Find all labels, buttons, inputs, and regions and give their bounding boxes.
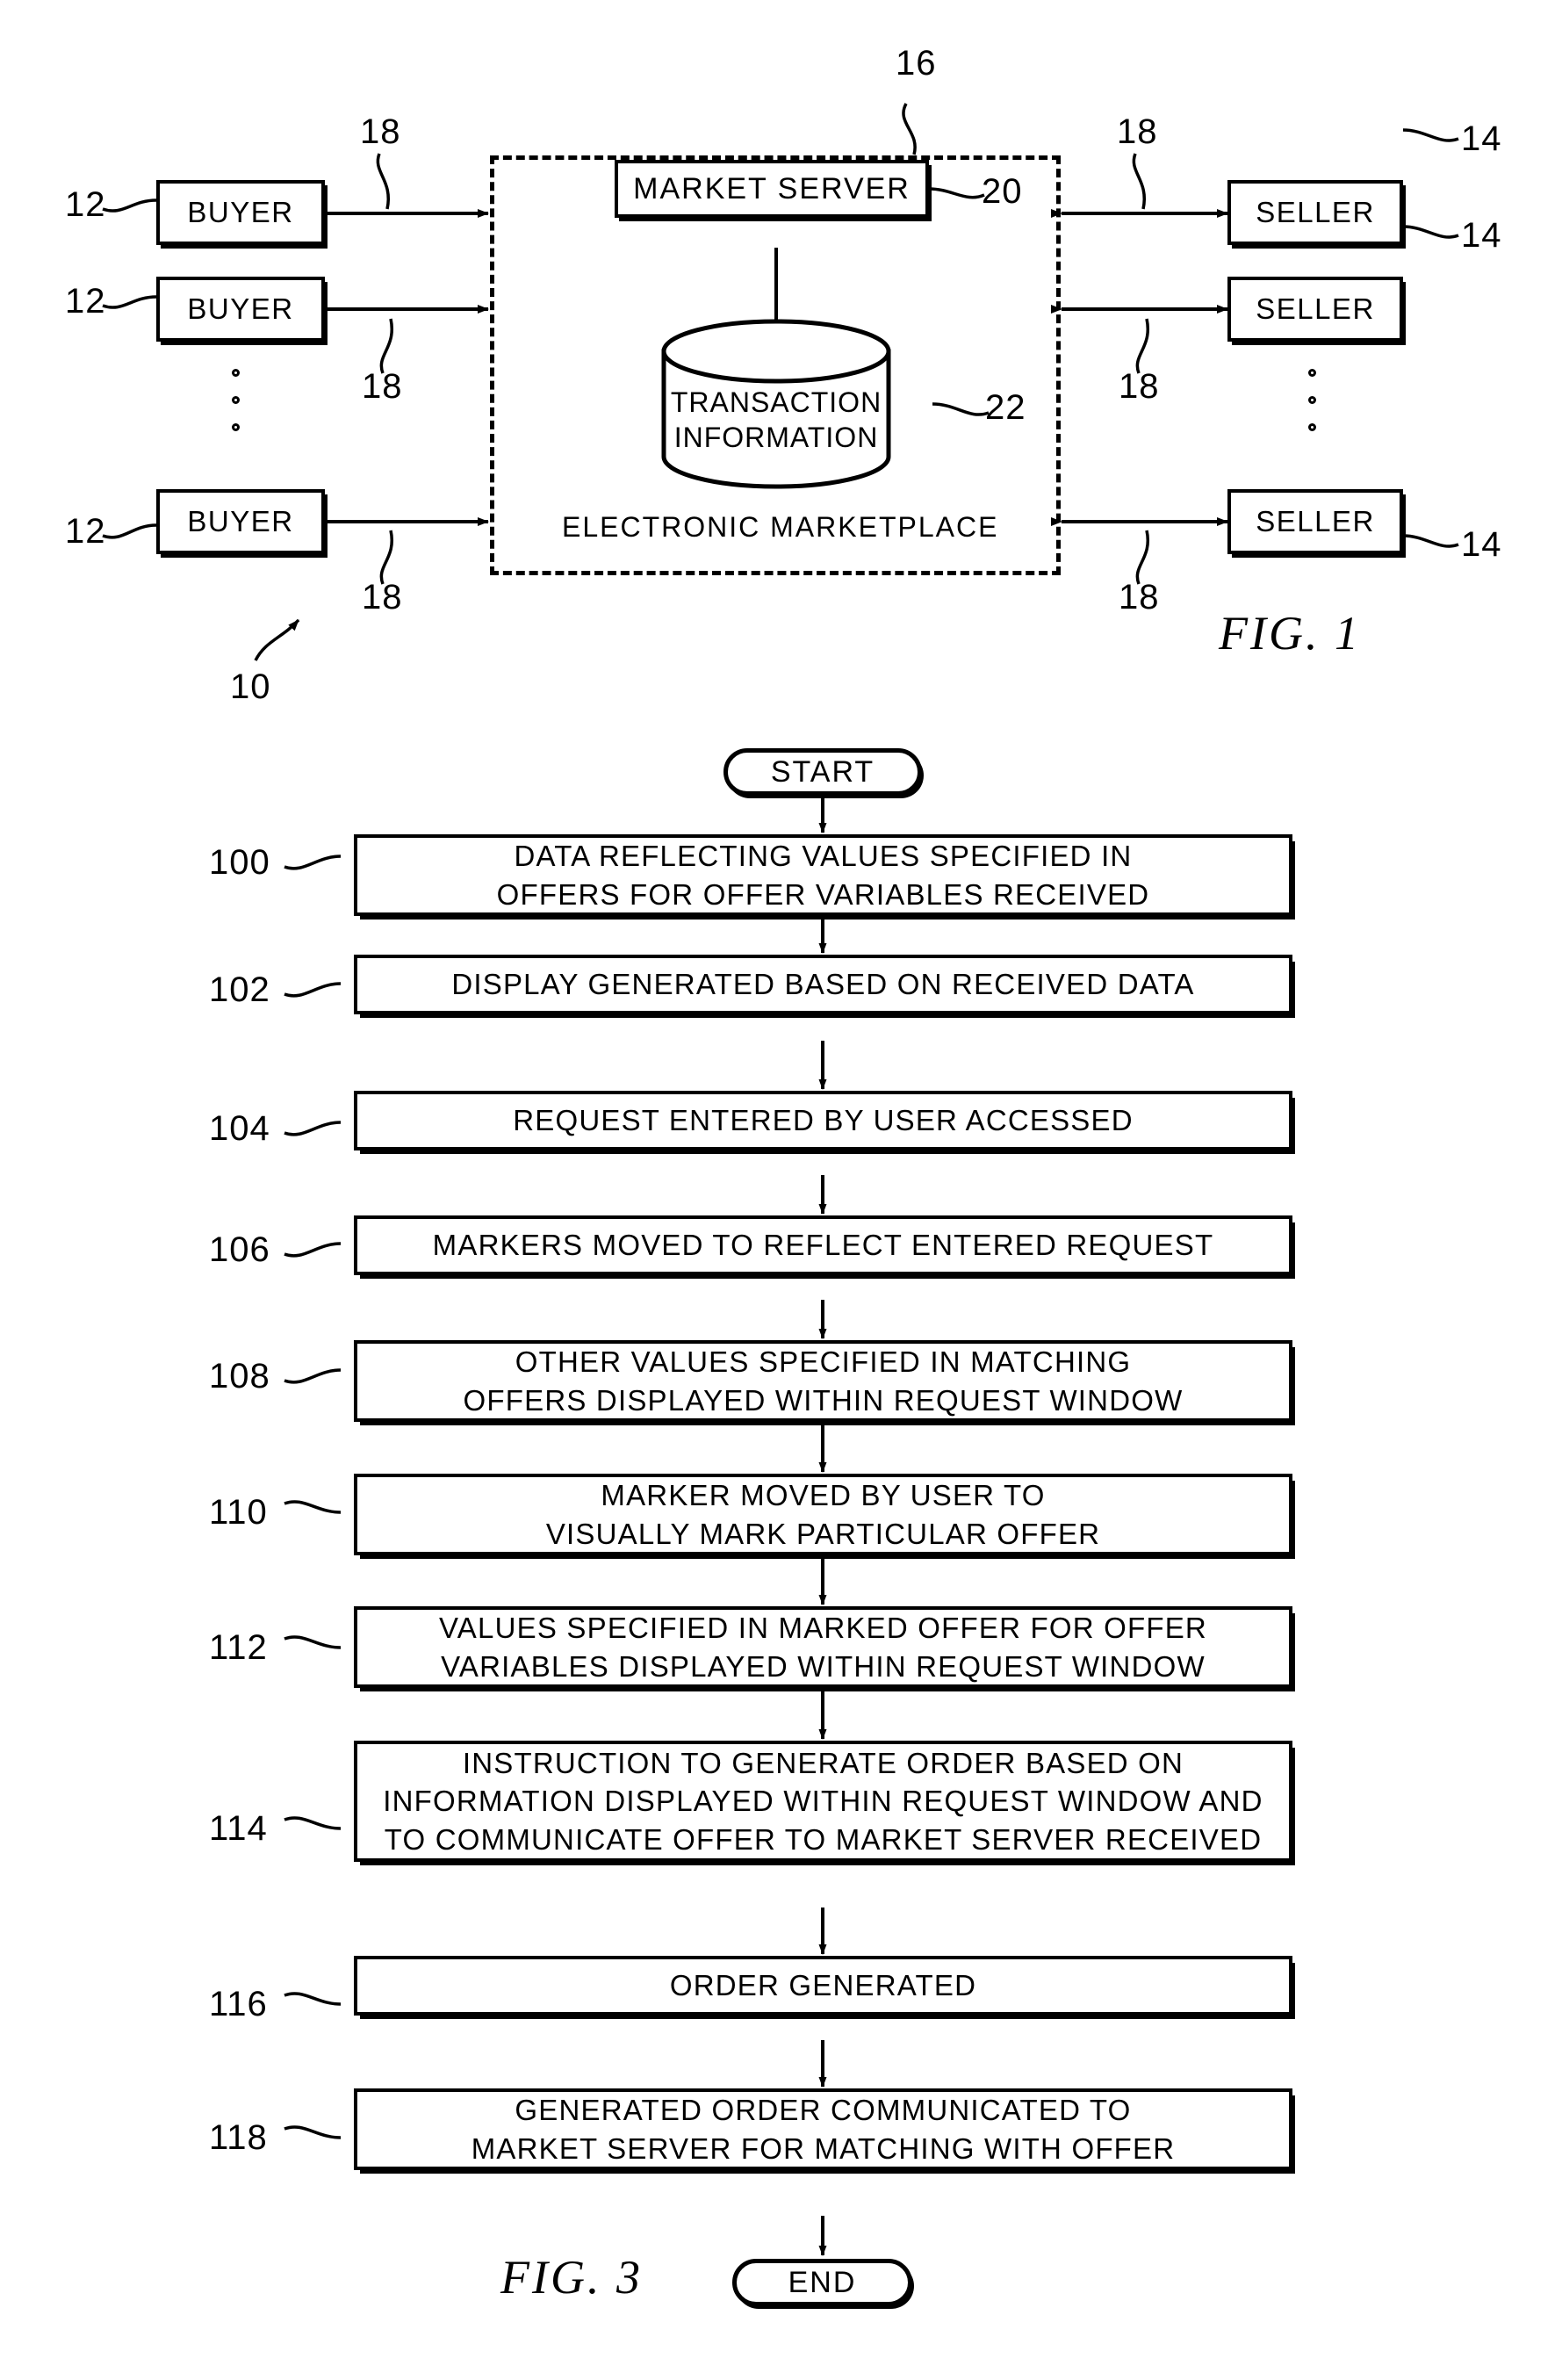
seller-box-2: SELLER (1227, 277, 1403, 342)
db-line-2: INFORMATION (673, 422, 879, 453)
patent-drawing-sheet: ELECTRONIC MARKETPLACE 16 MARKET SERVER … (0, 0, 1562, 2380)
flow-step-110-text: MARKER MOVED BY USER TO VISUALLY MARK PA… (545, 1478, 1101, 1550)
buyer-label-3: BUYER (187, 505, 294, 537)
ref-14-b: 14 (1461, 216, 1502, 255)
ref-18-c: 18 (362, 578, 403, 617)
ref-14-a: 14 (1461, 119, 1502, 158)
ref-104: 104 (209, 1109, 270, 1148)
flow-step-116-text: ORDER GENERATED (669, 1969, 977, 2002)
market-server-box: MARKET SERVER (615, 160, 929, 218)
ref-18-e: 18 (1119, 367, 1160, 406)
flow-step-118: GENERATED ORDER COMMUNICATED TO MARKET S… (354, 2088, 1292, 2170)
seller-label-2: SELLER (1256, 292, 1375, 325)
ref-110: 110 (209, 1493, 268, 1532)
buyer-box-1: BUYER (156, 180, 325, 245)
db-line-1: TRANSACTION (670, 386, 882, 418)
flow-step-106-text: MARKERS MOVED TO REFLECT ENTERED REQUEST (432, 1229, 1214, 1262)
seller-label-3: SELLER (1256, 505, 1375, 537)
flow-step-106: MARKERS MOVED TO REFLECT ENTERED REQUEST (354, 1215, 1292, 1275)
buyer-box-3: BUYER (156, 489, 325, 554)
flow-step-104-text: REQUEST ENTERED BY USER ACCESSED (513, 1104, 1134, 1137)
transaction-information-label: TRANSACTION INFORMATION (664, 385, 889, 455)
flow-step-118-text: GENERATED ORDER COMMUNICATED TO MARKET S… (471, 2093, 1176, 2165)
seller-ellipsis-dots (1308, 369, 1316, 431)
seller-label-1: SELLER (1256, 196, 1375, 228)
ref-18-d: 18 (1117, 112, 1158, 151)
ref-112: 112 (209, 1628, 268, 1667)
ref-12-c: 12 (65, 512, 106, 551)
ref-10: 10 (230, 667, 271, 706)
buyer-link-arrows (314, 209, 489, 526)
ref-22: 22 (985, 388, 1026, 427)
start-label: START (770, 754, 875, 789)
ref-16: 16 (896, 44, 937, 83)
figure-3-title: FIG. 3 (500, 2251, 643, 2304)
flow-step-112: VALUES SPECIFIED IN MARKED OFFER FOR OFF… (354, 1606, 1292, 1688)
seller-box-3: SELLER (1227, 489, 1403, 554)
figure-1-title: FIG. 1 (1219, 607, 1361, 660)
ref-102: 102 (209, 970, 270, 1009)
flow-start-terminator: START (723, 748, 922, 796)
buyer-ellipsis-dots (232, 369, 240, 431)
flow-step-114: INSTRUCTION TO GENERATE ORDER BASED ON I… (354, 1741, 1292, 1862)
seller-box-1: SELLER (1227, 180, 1403, 245)
flow-step-114-text: INSTRUCTION TO GENERATE ORDER BASED ON I… (383, 1746, 1263, 1856)
ref-114: 114 (209, 1809, 268, 1848)
end-label: END (788, 2265, 857, 2299)
flow-step-116: ORDER GENERATED (354, 1956, 1292, 2016)
flow-step-100: DATA REFLECTING VALUES SPECIFIED IN OFFE… (354, 834, 1292, 916)
ref-106: 106 (209, 1230, 270, 1269)
flow-step-104: REQUEST ENTERED BY USER ACCESSED (354, 1091, 1292, 1150)
buyer-box-2: BUYER (156, 277, 325, 342)
flow-step-102-text: DISPLAY GENERATED BASED ON RECEIVED DATA (451, 968, 1195, 1001)
ref-20: 20 (982, 172, 1023, 211)
flow-step-108-text: OTHER VALUES SPECIFIED IN MATCHING OFFER… (463, 1345, 1184, 1417)
ref-18-a: 18 (360, 112, 401, 151)
ref-18-f: 18 (1119, 578, 1160, 617)
flow-step-108: OTHER VALUES SPECIFIED IN MATCHING OFFER… (354, 1340, 1292, 1422)
electronic-marketplace-label: ELECTRONIC MARKETPLACE (562, 511, 999, 543)
flow-step-112-text: VALUES SPECIFIED IN MARKED OFFER FOR OFF… (439, 1611, 1207, 1683)
ref-12-b: 12 (65, 282, 106, 321)
ref-108: 108 (209, 1357, 270, 1396)
ref-14-c: 14 (1461, 525, 1502, 564)
buyer-label-2: BUYER (187, 292, 294, 325)
ref-18-b: 18 (362, 367, 403, 406)
ref-118: 118 (209, 2118, 268, 2157)
ref-116: 116 (209, 1985, 268, 2023)
buyer-label-1: BUYER (187, 196, 294, 228)
ref-12-a: 12 (65, 185, 106, 224)
ref-100: 100 (209, 843, 270, 882)
flow-step-110: MARKER MOVED BY USER TO VISUALLY MARK PA… (354, 1474, 1292, 1555)
leader-lines-fig3 (284, 855, 342, 2139)
flow-step-102: DISPLAY GENERATED BASED ON RECEIVED DATA (354, 955, 1292, 1014)
market-server-label: MARKET SERVER (633, 171, 911, 206)
flow-step-100-text: DATA REFLECTING VALUES SPECIFIED IN OFFE… (496, 839, 1150, 911)
flow-end-terminator: END (732, 2259, 912, 2306)
